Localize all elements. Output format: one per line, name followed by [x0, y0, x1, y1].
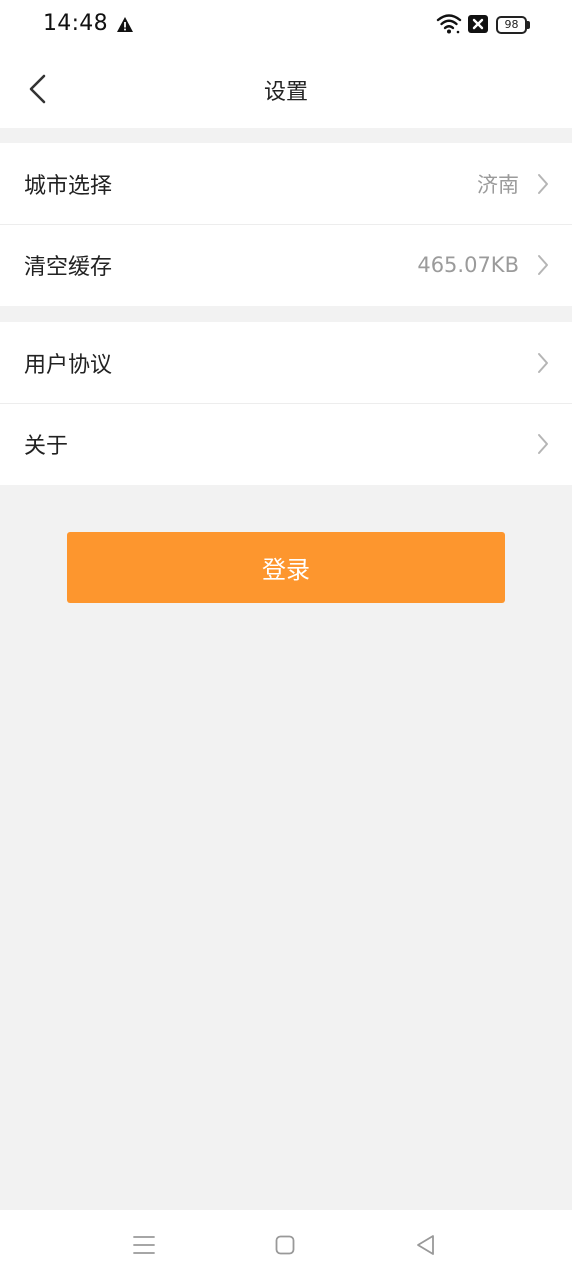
row-clear-cache[interactable]: 清空缓存 465.07KB	[0, 224, 572, 305]
status-bar: 14:48 98	[0, 0, 572, 50]
row-label: 清空缓存	[24, 255, 113, 280]
chevron-right-icon	[538, 352, 548, 373]
battery-tip	[527, 21, 530, 29]
row-city-select[interactable]: 城市选择 济南	[0, 143, 572, 224]
menu-icon[interactable]	[133, 1235, 155, 1255]
warning-icon	[117, 17, 133, 32]
row-about[interactable]: 关于	[0, 403, 572, 484]
header: 设置	[0, 50, 572, 128]
row-label: 城市选择	[24, 173, 113, 199]
row-value: 465.07KB	[417, 253, 519, 277]
row-label: 用户协议	[24, 352, 113, 378]
settings-group-1: 城市选择 济南 清空缓存 465.07KB	[0, 143, 572, 306]
row-user-agreement[interactable]: 用户协议	[0, 322, 572, 403]
login-button[interactable]: 登录	[67, 532, 505, 603]
chevron-right-icon	[538, 255, 548, 275]
system-nav-bar	[0, 1210, 572, 1280]
chevron-right-icon	[538, 173, 548, 194]
battery-level: 98	[496, 16, 527, 34]
battery-icon: 98	[496, 16, 530, 34]
row-label: 关于	[24, 434, 69, 459]
home-icon[interactable]	[275, 1235, 295, 1255]
back-icon[interactable]	[415, 1234, 435, 1256]
row-value: 济南	[477, 172, 519, 197]
page-title: 设置	[263, 80, 308, 105]
notification-x-icon	[468, 15, 488, 33]
settings-screen: 14:48 98 设置 城市选择 济南 清空缓存 465.07KB 用户协议 关…	[0, 0, 572, 1280]
settings-group-2: 用户协议 关于	[0, 322, 572, 485]
wifi-icon	[436, 14, 462, 34]
chevron-right-icon	[538, 434, 548, 454]
status-time: 14:48	[43, 11, 108, 36]
